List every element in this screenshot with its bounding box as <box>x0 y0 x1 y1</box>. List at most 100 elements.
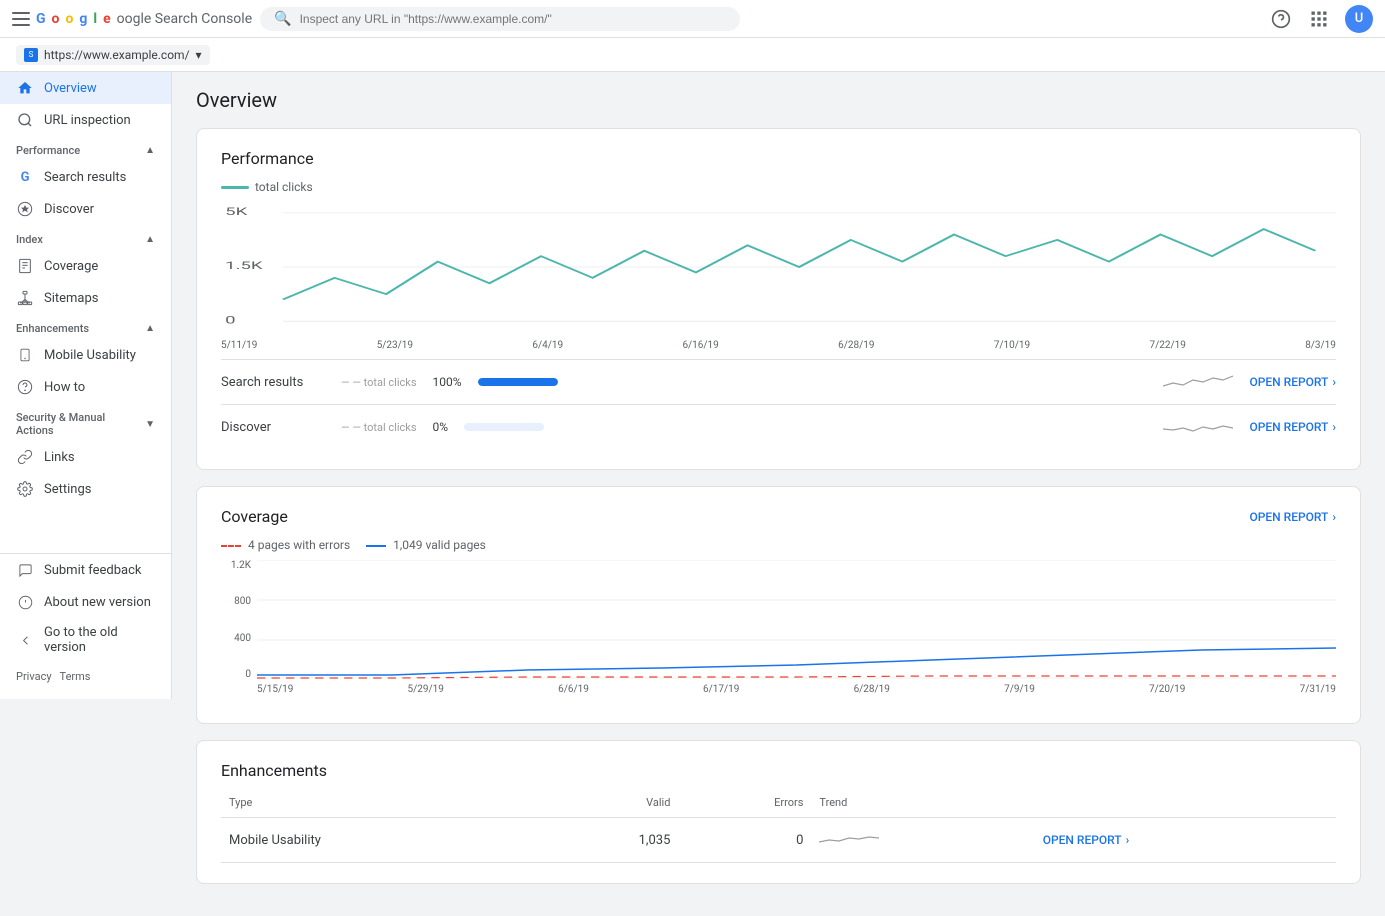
open-report-mobile[interactable]: OPEN REPORT › <box>1043 833 1328 847</box>
y-400: 400 <box>221 633 251 644</box>
enhancements-title: Enhancements <box>221 761 327 780</box>
sidebar-item-about-new[interactable]: About new version <box>0 586 171 618</box>
dropdown-icon: ▾ <box>196 48 202 62</box>
x-label-4: 6/28/19 <box>838 340 874 351</box>
col-type: Type <box>221 792 538 818</box>
row-trend <box>811 818 1034 863</box>
performance-card: Performance total clicks 5K 1.5K 0 <box>196 128 1361 470</box>
cov-x-1: 5/29/19 <box>408 684 444 695</box>
svg-text:1.5K: 1.5K <box>225 260 263 272</box>
section-performance[interactable]: Performance ▲ <box>0 136 171 161</box>
cov-x-5: 7/9/19 <box>1004 684 1035 695</box>
feedback-icon <box>16 561 34 579</box>
y-0: 0 <box>221 669 251 680</box>
enhancements-card: Enhancements Type Valid Errors Trend Mob… <box>196 740 1361 884</box>
sidebar-item-mobile-usability[interactable]: Mobile Usability <box>0 339 171 371</box>
open-report-search-arrow: › <box>1332 375 1336 389</box>
legend-valid: 1,049 valid pages <box>366 538 486 552</box>
search-input[interactable] <box>300 12 727 26</box>
row-valid: 1,035 <box>538 818 678 863</box>
sidebar-item-overview[interactable]: Overview <box>0 72 171 104</box>
section-enhancements[interactable]: Enhancements ▲ <box>0 314 171 339</box>
howto-icon <box>16 378 34 396</box>
property-selector[interactable]: S https://www.example.com/ ▾ <box>16 45 210 65</box>
open-report-coverage-label: OPEN REPORT <box>1249 510 1328 524</box>
sidebar-item-coverage[interactable]: Coverage <box>0 250 171 282</box>
coverage-label: Coverage <box>44 259 98 274</box>
main-content: Overview Performance total clicks 5K 1.5… <box>172 72 1385 916</box>
section-security-label: Security & Manual Actions <box>16 411 145 437</box>
chevron-up-index-icon: ▲ <box>145 234 155 245</box>
logo-g: G <box>36 11 46 27</box>
performance-chart: 5K 1.5K 0 <box>221 202 1336 332</box>
sidebar-item-settings[interactable]: Settings <box>0 473 171 505</box>
cov-x-2: 6/6/19 <box>558 684 589 695</box>
coverage-chart-wrapper: 1.2K 800 400 0 <box>221 560 1336 684</box>
sidebar-item-search-results[interactable]: G Search results <box>0 161 171 193</box>
coverage-x-labels: 5/15/19 5/29/19 6/6/19 6/17/19 6/28/19 7… <box>221 684 1336 703</box>
coverage-y-labels: 1.2K 800 400 0 <box>221 560 257 680</box>
perf-trend-search <box>1163 368 1233 396</box>
overview-label: Overview <box>44 81 97 96</box>
sidebar-item-discover[interactable]: Discover <box>0 193 171 225</box>
perf-bar-area-discover: — — total clicks 0% <box>341 420 1147 434</box>
links-label: Links <box>44 450 75 465</box>
coverage-title: Coverage <box>221 507 288 526</box>
terms-link[interactable]: Terms <box>60 670 91 683</box>
open-report-search-label: OPEN REPORT <box>1249 375 1328 389</box>
open-report-coverage[interactable]: OPEN REPORT › <box>1249 510 1336 524</box>
coverage-icon <box>16 257 34 275</box>
mobile-icon <box>16 346 34 364</box>
sidebar-item-how-to[interactable]: How to <box>0 371 171 403</box>
sidebar-item-submit-feedback[interactable]: Submit feedback <box>0 554 171 586</box>
performance-card-header: Performance <box>221 149 1336 168</box>
enhancements-card-header: Enhancements <box>221 761 1336 780</box>
links-icon <box>16 448 34 466</box>
row-errors: 0 <box>678 818 811 863</box>
x-label-1: 5/23/19 <box>377 340 413 351</box>
topbar-logo: Google oogle Search Console <box>12 10 252 28</box>
perf-row-search-results: Search results — — total clicks 100% OPE… <box>221 359 1336 404</box>
perf-label-search: Search results <box>221 375 341 390</box>
legend-valid-label: 1,049 valid pages <box>393 538 486 552</box>
open-report-coverage-arrow: › <box>1332 510 1336 524</box>
x-label-2: 6/4/19 <box>532 340 563 351</box>
avatar[interactable]: U <box>1345 5 1373 33</box>
logo-l: l <box>93 11 97 27</box>
cov-x-3: 6/17/19 <box>703 684 739 695</box>
discover-icon <box>16 200 34 218</box>
search-bar[interactable]: 🔍 <box>260 7 740 31</box>
topbar: Google oogle Search Console 🔍 U <box>0 0 1385 38</box>
sidebar-item-sitemaps[interactable]: Sitemaps <box>0 282 171 314</box>
open-report-mobile-label: OPEN REPORT <box>1043 833 1122 847</box>
col-valid: Valid <box>538 792 678 818</box>
row-action: OPEN REPORT › <box>1035 818 1336 863</box>
settings-icon <box>16 480 34 498</box>
cov-x-6: 7/20/19 <box>1149 684 1185 695</box>
sidebar-item-url-inspection[interactable]: URL inspection <box>0 104 171 136</box>
row-type: Mobile Usability <box>221 818 538 863</box>
open-report-discover[interactable]: OPEN REPORT › <box>1249 420 1336 434</box>
privacy-link[interactable]: Privacy <box>16 670 52 683</box>
svg-text:5K: 5K <box>225 206 248 218</box>
hamburger-menu[interactable] <box>12 10 30 28</box>
go-old-label: Go to the old version <box>44 625 155 655</box>
perf-bar-area-search: — — total clicks 100% <box>341 375 1147 389</box>
sidebar-item-go-old[interactable]: Go to the old version <box>0 618 171 662</box>
sidebar-nav: Overview URL inspection Performance ▲ G … <box>0 72 171 553</box>
sidebar-item-links[interactable]: Links <box>0 441 171 473</box>
search-icon: 🔍 <box>274 11 291 27</box>
sitemaps-icon <box>16 289 34 307</box>
open-report-search[interactable]: OPEN REPORT › <box>1249 375 1336 389</box>
section-index[interactable]: Index ▲ <box>0 225 171 250</box>
help-icon[interactable] <box>1269 7 1293 31</box>
x-label-7: 8/3/19 <box>1305 340 1336 351</box>
property-label: https://www.example.com/ <box>44 48 190 62</box>
enhancements-table: Type Valid Errors Trend Mobile Usability… <box>221 792 1336 863</box>
apps-icon[interactable] <box>1307 7 1331 31</box>
coverage-legend: 4 pages with errors 1,049 valid pages <box>221 538 1336 552</box>
perf-row-discover: Discover — — total clicks 0% OPEN REPORT… <box>221 404 1336 449</box>
section-index-label: Index <box>16 233 43 246</box>
section-security[interactable]: Security & Manual Actions ▼ <box>0 403 171 441</box>
perf-percent-search: 100% <box>433 375 462 389</box>
